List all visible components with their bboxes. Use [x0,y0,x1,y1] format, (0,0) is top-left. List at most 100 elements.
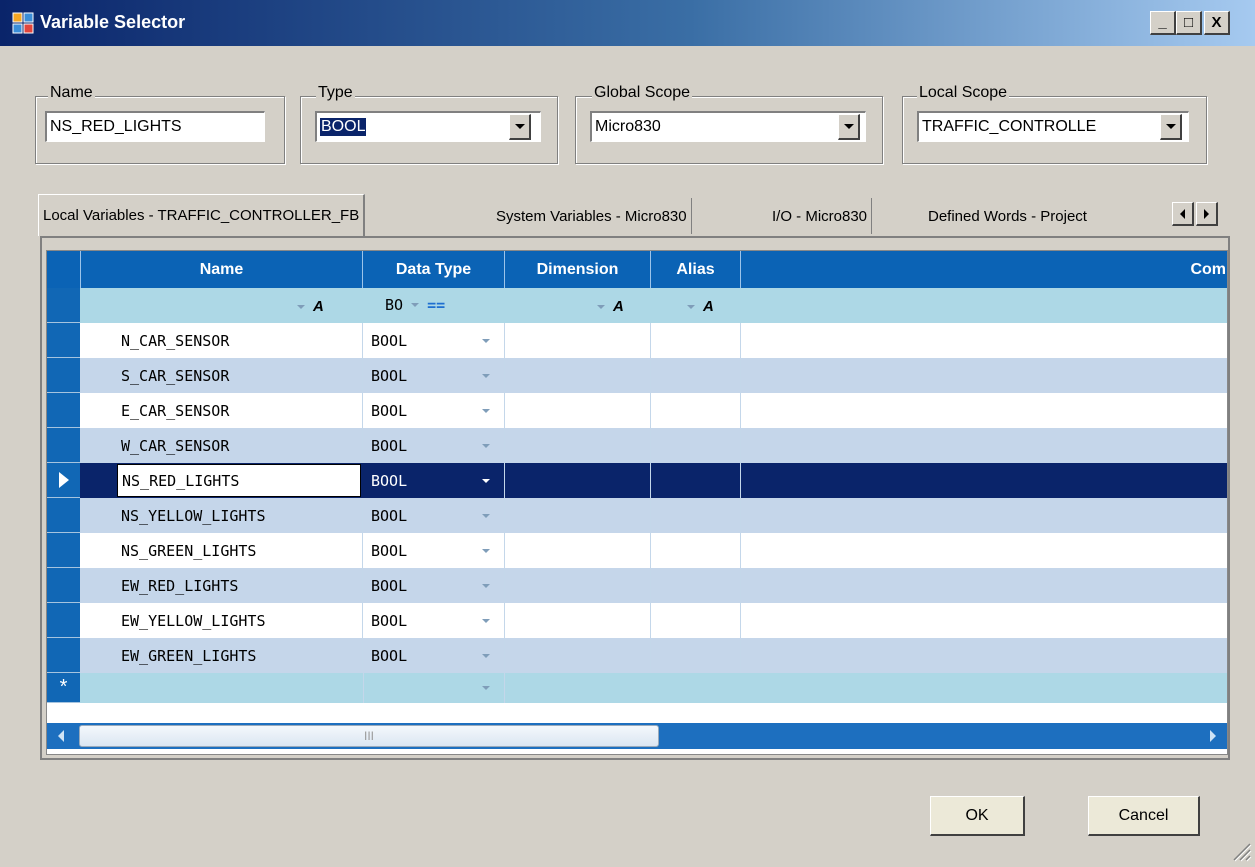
data-type-filter[interactable]: BO == [385,296,445,314]
variables-grid[interactable]: Name Data Type Dimension Alias Com A BO =… [46,250,1228,755]
cell-alias[interactable] [651,463,741,498]
row-header[interactable] [47,498,80,533]
new-row-type-dropdown[interactable] [363,673,505,703]
cell-name[interactable]: S_CAR_SENSOR [81,358,363,393]
cell-data-type[interactable]: BOOL [363,323,505,358]
cell-name[interactable]: W_CAR_SENSOR [81,428,363,463]
cell-data-type[interactable]: BOOL [363,428,505,463]
cell-name[interactable]: NS_GREEN_LIGHTS [81,533,363,568]
cell-comment[interactable] [741,603,1227,638]
row-header[interactable] [47,428,80,463]
cell-dimension[interactable] [505,393,651,428]
scroll-thumb[interactable]: III [79,725,659,747]
name-filter[interactable]: A [297,298,324,315]
cell-name[interactable]: NS_RED_LIGHTS [117,464,361,497]
cell-comment[interactable] [741,358,1227,393]
cell-comment[interactable] [741,428,1227,463]
global-scope-dropdown-button[interactable] [838,114,860,140]
name-input[interactable]: NS_RED_LIGHTS [45,111,265,142]
cell-data-type[interactable]: BOOL [363,463,505,498]
cell-dimension[interactable] [505,323,651,358]
column-header-alias[interactable]: Alias [651,251,741,288]
column-header-comment[interactable]: Com [741,251,1227,288]
cell-comment[interactable] [741,498,1227,533]
cell-alias[interactable] [651,428,741,463]
cell-alias[interactable] [651,638,741,673]
tab-local-variables[interactable]: Local Variables - TRAFFIC_CONTROLLER_FB [38,194,366,236]
cell-name[interactable]: EW_GREEN_LIGHTS [81,638,363,673]
title-bar[interactable] [0,0,1255,46]
cell-dimension[interactable] [505,428,651,463]
cell-comment[interactable] [741,393,1227,428]
row-header[interactable] [47,603,80,638]
cell-name[interactable]: EW_YELLOW_LIGHTS [81,603,363,638]
cell-alias[interactable] [651,393,741,428]
global-scope-select[interactable]: Micro830 [590,111,866,142]
chevron-down-icon [482,653,490,658]
filter-row [47,288,1227,323]
cell-name[interactable]: NS_YELLOW_LIGHTS [81,498,363,533]
column-header-name[interactable]: Name [81,251,363,288]
cell-alias[interactable] [651,358,741,393]
row-header[interactable] [47,638,80,673]
cell-name[interactable]: EW_RED_LIGHTS [81,568,363,603]
scroll-right-button[interactable] [1203,725,1223,747]
close-button[interactable]: X [1204,11,1230,35]
cancel-button[interactable]: Cancel [1088,796,1200,836]
maximize-button[interactable]: □ [1176,11,1202,35]
cell-alias[interactable] [651,603,741,638]
scroll-left-button[interactable] [51,725,71,747]
tab-io[interactable]: I/O - Micro830 [768,198,873,234]
cell-comment[interactable] [741,323,1227,358]
local-scope-dropdown-button[interactable] [1160,114,1182,140]
type-dropdown-button[interactable] [509,114,531,140]
tab-system-variables[interactable]: System Variables - Micro830 [492,198,692,234]
cell-comment[interactable] [741,638,1227,673]
cell-dimension[interactable] [505,498,651,533]
cell-name[interactable]: N_CAR_SENSOR [81,323,363,358]
resize-grip-icon[interactable] [1230,840,1252,862]
cell-name[interactable]: E_CAR_SENSOR [81,393,363,428]
new-row[interactable] [47,673,1227,703]
tab-defined-words[interactable]: Defined Words - Project [924,198,1091,234]
cell-comment[interactable] [741,533,1227,568]
cell-dimension[interactable] [505,533,651,568]
row-header[interactable] [47,463,80,498]
cell-alias[interactable] [651,498,741,533]
cell-dimension[interactable] [505,638,651,673]
local-scope-select[interactable]: TRAFFIC_CONTROLLE [917,111,1189,142]
cell-dimension[interactable] [505,603,651,638]
row-header[interactable] [47,393,80,428]
tab-scroll-right-button[interactable] [1196,202,1218,226]
type-select[interactable]: BOOL [315,111,541,142]
data-type-filter-value: BO [385,296,404,314]
cell-data-type[interactable]: BOOL [363,358,505,393]
cell-data-type[interactable]: BOOL [363,603,505,638]
cell-comment[interactable] [741,463,1227,498]
arrow-left-icon [58,730,64,742]
row-header[interactable] [47,358,80,393]
chevron-down-icon [482,443,490,448]
tab-scroll-left-button[interactable] [1172,202,1194,226]
cell-dimension[interactable] [505,568,651,603]
cell-comment[interactable] [741,568,1227,603]
cell-dimension[interactable] [505,463,651,498]
cell-dimension[interactable] [505,358,651,393]
dimension-filter[interactable]: A [597,298,624,315]
cell-data-type[interactable]: BOOL [363,568,505,603]
column-header-data-type[interactable]: Data Type [363,251,505,288]
cell-alias[interactable] [651,323,741,358]
cell-data-type[interactable]: BOOL [363,393,505,428]
row-header[interactable] [47,533,80,568]
ok-button[interactable]: OK [930,796,1025,836]
cell-data-type[interactable]: BOOL [363,498,505,533]
column-header-dimension[interactable]: Dimension [505,251,651,288]
cell-alias[interactable] [651,568,741,603]
row-header[interactable] [47,323,80,358]
minimize-button[interactable]: _ [1150,11,1176,35]
cell-alias[interactable] [651,533,741,568]
cell-data-type[interactable]: BOOL [363,533,505,568]
alias-filter[interactable]: A [687,298,714,315]
cell-data-type[interactable]: BOOL [363,638,505,673]
row-header[interactable] [47,568,80,603]
